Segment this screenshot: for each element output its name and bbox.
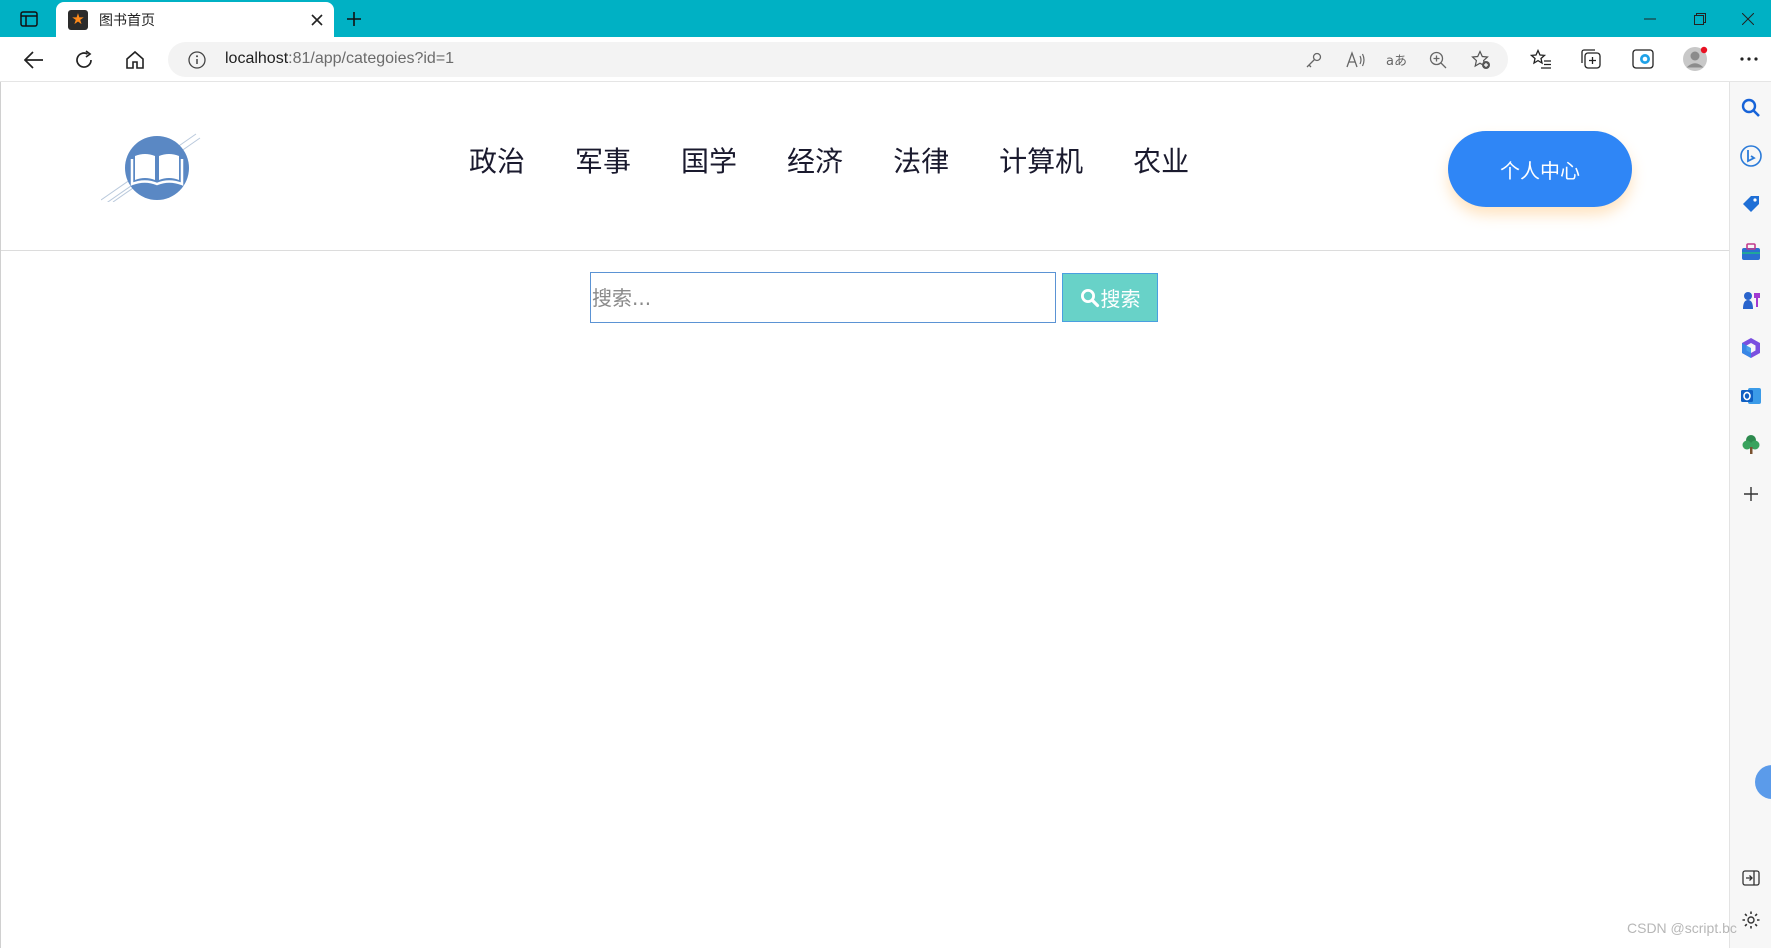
nav-law[interactable]: 法律 [893, 148, 949, 176]
plus-icon [347, 12, 361, 26]
favorites-list-icon [1530, 49, 1551, 69]
search-button[interactable]: 搜索 [1062, 273, 1158, 322]
search-button-label: 搜索 [1100, 287, 1141, 311]
sidebar-settings-button[interactable] [1739, 908, 1763, 932]
sidebar-office-button[interactable] [1739, 336, 1763, 360]
search-icon [1080, 288, 1099, 307]
search-icon [1741, 98, 1760, 117]
close-icon [311, 14, 323, 26]
back-button[interactable] [19, 45, 49, 75]
plus-icon [1744, 487, 1758, 501]
favorites-button[interactable] [1528, 46, 1554, 72]
new-tab-button[interactable] [342, 7, 366, 31]
url-text[interactable]: localhost:81/app/categoies?id=1 [225, 50, 454, 68]
restore-button[interactable] [1677, 0, 1723, 37]
url-host: localhost [225, 50, 289, 67]
info-icon[interactable] [188, 51, 206, 69]
close-window-icon [1742, 12, 1754, 25]
refresh-button[interactable] [69, 45, 99, 75]
sidebar-tree-button[interactable] [1739, 432, 1763, 456]
address-bar[interactable]: localhost:81/app/categoies?id=1 aあ [168, 42, 1508, 77]
nav-military[interactable]: 军事 [575, 148, 631, 176]
sidebar-add-button[interactable] [1739, 482, 1763, 506]
sidebar-floating-handle[interactable] [1755, 765, 1771, 799]
nav-sinology[interactable]: 国学 [681, 148, 737, 176]
refresh-icon [76, 50, 92, 68]
edge-bar-button[interactable] [1630, 46, 1656, 72]
tab-actions-icon [20, 11, 38, 27]
sidebar-shopping-button[interactable] [1739, 192, 1763, 216]
sidebar-bing-button[interactable] [1739, 144, 1763, 168]
nav-agriculture[interactable]: 农业 [1133, 148, 1189, 176]
translate-button[interactable]: aあ [1386, 49, 1408, 71]
close-window-button[interactable] [1725, 0, 1771, 37]
avatar-icon [1683, 46, 1708, 71]
add-favorite-button[interactable] [1470, 49, 1492, 71]
browser-titlebar: ★ 图书首页 [0, 0, 1771, 37]
csdn-watermark: CSDN @script.bc [1627, 920, 1737, 936]
tab-close-button[interactable] [306, 9, 328, 31]
star-favicon-icon: ★ [68, 9, 88, 30]
sidebar-tools-button[interactable] [1739, 240, 1763, 264]
zoom-button[interactable] [1427, 49, 1449, 71]
home-icon [126, 50, 144, 69]
sidebar-hide-button[interactable] [1739, 866, 1763, 890]
translate-icon: aあ [1386, 54, 1407, 69]
back-arrow-icon [24, 51, 43, 69]
browser-tab-active[interactable]: ★ 图书首页 [56, 2, 334, 37]
microsoft365-icon [1742, 338, 1760, 358]
search-input[interactable] [590, 272, 1056, 323]
collections-button[interactable] [1578, 46, 1604, 72]
edge-sidebar [1729, 82, 1771, 948]
outlook-icon [1741, 388, 1761, 404]
tree-icon [1742, 435, 1760, 454]
bing-icon [1740, 145, 1762, 167]
collections-icon [1581, 49, 1601, 69]
read-aloud-icon [1346, 51, 1365, 68]
tab-title: 图书首页 [99, 12, 155, 29]
page-viewport: 政治 军事 国学 经济 法律 计算机 农业 个人中心 搜索 [0, 82, 1729, 948]
url-path: :81/app/categoies?id=1 [288, 50, 455, 67]
tab-actions-button[interactable] [10, 7, 48, 31]
nav-economy[interactable]: 经济 [787, 148, 843, 176]
hide-sidebar-icon [1742, 870, 1760, 886]
password-key-button[interactable] [1303, 49, 1325, 71]
zoom-in-icon [1429, 51, 1447, 69]
read-aloud-button[interactable] [1345, 49, 1367, 71]
key-icon [1306, 52, 1322, 68]
sidebar-games-button[interactable] [1739, 288, 1763, 312]
site-header: 政治 军事 国学 经济 法律 计算机 农业 个人中心 [1, 82, 1729, 251]
svg-text:aあ: aあ [1386, 54, 1407, 69]
nav-politics[interactable]: 政治 [469, 148, 525, 176]
minimize-button[interactable] [1627, 0, 1673, 37]
minimize-icon [1644, 18, 1656, 19]
tag-icon [1743, 196, 1759, 212]
edge-icon [1632, 49, 1654, 69]
restore-icon [1694, 12, 1706, 25]
profile-center-button[interactable]: 个人中心 [1448, 131, 1632, 207]
chess-piece-icon [1743, 292, 1760, 309]
browser-toolbar: localhost:81/app/categoies?id=1 aあ [0, 37, 1771, 82]
sidebar-outlook-button[interactable] [1739, 384, 1763, 408]
gear-icon [1742, 911, 1760, 929]
settings-more-button[interactable] [1736, 46, 1762, 72]
book-logo-icon[interactable] [101, 132, 213, 202]
category-nav: 政治 军事 国学 经济 法律 计算机 农业 [469, 148, 1239, 176]
nav-computer[interactable]: 计算机 [999, 148, 1083, 176]
star-add-icon [1471, 50, 1490, 69]
more-dots-icon [1740, 57, 1758, 61]
sidebar-search-button[interactable] [1739, 96, 1763, 120]
home-button[interactable] [120, 45, 150, 75]
profile-avatar-button[interactable] [1682, 46, 1708, 72]
toolbox-icon [1742, 243, 1760, 260]
